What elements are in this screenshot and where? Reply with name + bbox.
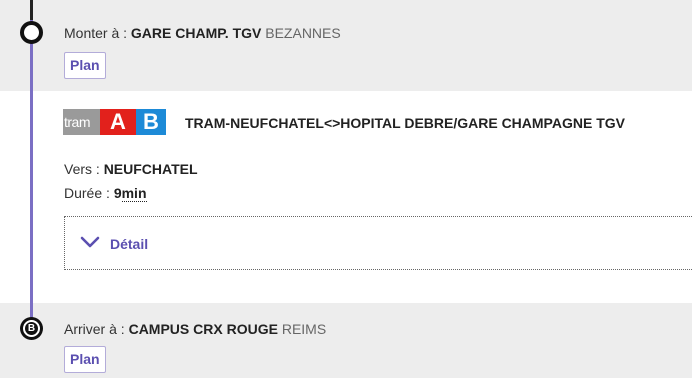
- arrival-line: Arriver à : CAMPUS CRX ROUGE REIMS: [64, 321, 326, 337]
- departure-stop-name: GARE CHAMP. TGV: [130, 25, 262, 41]
- detail-label: Détail: [110, 236, 149, 252]
- arrival-city: REIMS: [281, 321, 327, 337]
- route-name: TRAM-NEUFCHATEL<>HOPITAL DEBRE/GARE CHAM…: [185, 115, 625, 131]
- line-badge: tram A B: [63, 109, 166, 135]
- direction-line: Vers : NEUFCHATEL: [64, 161, 198, 177]
- arrival-marker-letter: B: [23, 320, 40, 337]
- line-a-badge: A: [100, 109, 136, 135]
- arrival-stop-name: CAMPUS CRX ROUGE: [128, 321, 278, 337]
- direction-prefix: Vers :: [64, 161, 104, 177]
- departure-city: BEZANNES: [265, 25, 341, 41]
- duration-unit: min: [121, 185, 147, 202]
- line-b-badge: B: [136, 109, 166, 135]
- direction-value: NEUFCHATEL: [103, 161, 198, 177]
- detail-expander[interactable]: Détail: [64, 216, 692, 270]
- circle-marker-icon: [20, 21, 43, 44]
- timeline-start-segment: [30, 0, 33, 20]
- duration-value: 9: [113, 185, 122, 201]
- duration-prefix: Durée :: [64, 185, 114, 201]
- chevron-down-icon: [80, 236, 100, 248]
- arrival-plan-button[interactable]: Plan: [64, 346, 106, 373]
- b-marker-icon: B: [20, 317, 43, 340]
- departure-line: Monter à : GARE CHAMP. TGV BEZANNES: [64, 25, 341, 41]
- duration-line: Durée : 9min: [64, 185, 147, 202]
- timeline-line: [30, 0, 33, 322]
- tram-mode-badge: tram: [63, 109, 100, 135]
- arrival-prefix: Arriver à :: [64, 321, 129, 337]
- departure-prefix: Monter à :: [64, 25, 131, 41]
- departure-plan-button[interactable]: Plan: [64, 52, 106, 79]
